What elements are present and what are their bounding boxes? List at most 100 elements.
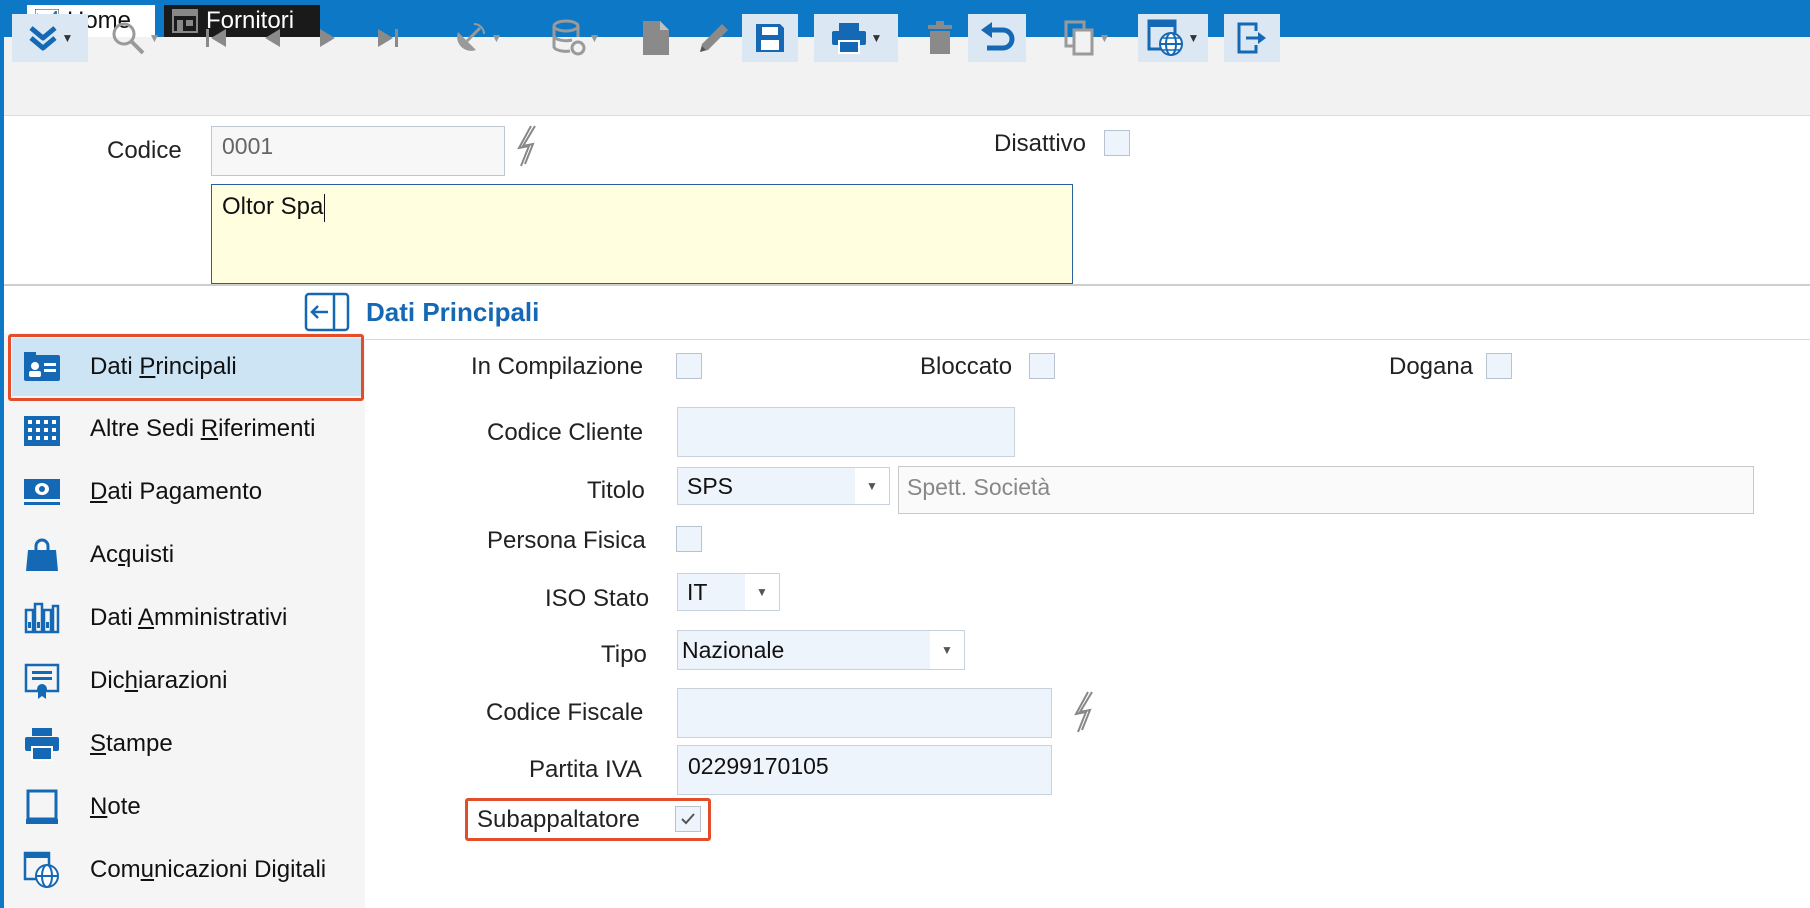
sidebar-item-label: Altre Sedi Riferimenti: [90, 415, 316, 442]
satellite-button[interactable]: ▼: [444, 14, 510, 62]
undo-button[interactable]: [968, 14, 1026, 62]
disattivo-checkbox[interactable]: [1104, 130, 1130, 156]
web-icon: [1147, 19, 1183, 56]
titolo-select[interactable]: SPS ▼: [677, 467, 890, 505]
digital-globe-icon: [20, 850, 64, 890]
tipo-select[interactable]: Nazionale ▼: [677, 630, 965, 670]
exit-icon: [1237, 22, 1266, 54]
in-compilazione-label: In Compilazione: [471, 353, 644, 380]
text-cursor: [324, 193, 326, 222]
first-record-icon: [206, 29, 226, 47]
chevron-down-icon: ▼: [148, 31, 161, 45]
sidebar-item-label: Dati Amministrativi: [90, 604, 288, 631]
codice-cliente-input[interactable]: [677, 407, 1015, 457]
persona-fisica-checkbox[interactable]: [676, 526, 702, 552]
disattivo-label: Disattivo: [994, 130, 1087, 157]
print-button[interactable]: ▼: [814, 14, 898, 62]
collapse-panel-icon[interactable]: [304, 292, 350, 332]
codice-fiscale-input[interactable]: [677, 688, 1052, 738]
chevron-down-icon: ▼: [588, 31, 601, 45]
sidebar-item-label: Note: [90, 793, 141, 820]
checkmark-icon: [681, 813, 695, 825]
buildings-icon: [20, 409, 64, 449]
chevron-down-icon[interactable]: ▼: [930, 631, 964, 669]
note-icon: [20, 787, 64, 827]
tipo-label: Tipo: [601, 641, 647, 668]
web-button[interactable]: ▼: [1138, 14, 1208, 62]
first-record-button[interactable]: [200, 14, 234, 62]
sidebar-item-dichiarazioni[interactable]: Dichiarazioni: [12, 652, 362, 710]
sidebar-item-label: Acquisti: [90, 541, 175, 568]
sidebar-item-altre-sedi[interactable]: Altre Sedi Riferimenti: [12, 400, 362, 458]
descrizione-field[interactable]: Oltor Spa: [211, 184, 1073, 284]
lightning-icon[interactable]: [515, 124, 537, 168]
last-record-button[interactable]: [370, 14, 404, 62]
edit-button[interactable]: [692, 14, 736, 62]
codice-input[interactable]: 0001: [211, 126, 505, 176]
last-record-icon: [378, 29, 398, 47]
save-button[interactable]: [742, 14, 798, 62]
descrizione-text: Oltor Spa: [222, 193, 324, 220]
exit-button[interactable]: [1224, 14, 1280, 62]
bloccato-checkbox[interactable]: [1029, 353, 1055, 379]
chevron-down-icon: ▼: [1098, 31, 1111, 45]
codice-label: Codice: [107, 137, 182, 164]
sidebar-item-stampe[interactable]: Stampe: [12, 715, 362, 773]
storefront-icon: [172, 9, 198, 33]
chevron-down-icon: ▼: [1187, 31, 1200, 45]
certificate-icon: [20, 661, 64, 701]
persona-fisica-label: Persona Fisica: [487, 527, 646, 554]
delete-button[interactable]: [922, 14, 958, 62]
titolo-select-value: SPS: [687, 472, 734, 499]
highlight-box-sidebar: [8, 334, 364, 401]
codice-fiscale-label: Codice Fiscale: [486, 699, 644, 726]
database-refresh-button[interactable]: ▼: [540, 14, 610, 62]
sidebar-item-label: Dichiarazioni: [90, 667, 228, 694]
titolo-label: Titolo: [587, 477, 645, 504]
partita-iva-input[interactable]: 02299170105: [677, 745, 1052, 795]
chevron-down-icon: ▼: [61, 31, 74, 45]
sidebar-item-label: Dati Pagamento: [90, 478, 263, 505]
undo-icon: [981, 22, 1015, 51]
sidebar-item-label: Comunicazioni Digitali: [90, 856, 327, 883]
codice-cliente-label: Codice Cliente: [487, 419, 644, 446]
lightning-icon[interactable]: [1072, 690, 1094, 734]
iso-stato-label: ISO Stato: [545, 585, 650, 612]
section-title: Dati Principali: [366, 297, 540, 327]
sidebar-item-dati-amministrativi[interactable]: Dati Amministrativi: [12, 589, 362, 647]
sidebar-item-comunicazioni-digitali[interactable]: Comunicazioni Digitali: [12, 841, 362, 899]
sidebar-item-note[interactable]: Note: [12, 778, 362, 836]
search-icon: [112, 22, 144, 55]
chevron-down-icon[interactable]: ▼: [745, 574, 779, 610]
printer-icon: [20, 724, 64, 764]
dogana-checkbox[interactable]: [1486, 353, 1512, 379]
iso-stato-select-value: IT: [687, 578, 708, 605]
previous-record-button[interactable]: [256, 14, 290, 62]
print-icon: [831, 23, 866, 54]
in-compilazione-checkbox[interactable]: [676, 353, 702, 379]
tipo-select-value: Nazionale: [682, 636, 785, 663]
chevron-down-icon: ▼: [870, 31, 883, 45]
shopping-bag-icon: [20, 535, 64, 575]
next-record-button[interactable]: [310, 14, 344, 62]
edit-pencil-icon: [700, 24, 728, 52]
chevron-down-icon: ▼: [490, 31, 503, 45]
sidebar-item-label: Stampe: [90, 730, 173, 757]
search-button[interactable]: ▼: [102, 14, 168, 62]
bloccato-label: Bloccato: [920, 353, 1013, 380]
sidebar-item-acquisti[interactable]: Acquisti: [12, 526, 362, 584]
partita-iva-label: Partita IVA: [529, 756, 642, 783]
subappaltatore-checkbox[interactable]: [675, 806, 701, 832]
copy-button[interactable]: ▼: [1054, 14, 1120, 62]
sidebar-item-dati-pagamento[interactable]: Dati Pagamento: [12, 463, 362, 521]
money-icon: [20, 472, 64, 512]
section-divider: [4, 284, 1810, 286]
chevron-down-icon[interactable]: ▼: [855, 468, 889, 504]
expand-menu-button[interactable]: ▼: [12, 14, 88, 62]
titolo-description-field[interactable]: Spett. Società: [898, 466, 1754, 514]
dogana-label: Dogana: [1389, 353, 1474, 380]
tab-fornitori[interactable]: Fornitori: [164, 5, 320, 37]
new-document-button[interactable]: [636, 14, 676, 62]
iso-stato-select[interactable]: IT ▼: [677, 573, 780, 611]
binders-icon: [20, 598, 64, 638]
